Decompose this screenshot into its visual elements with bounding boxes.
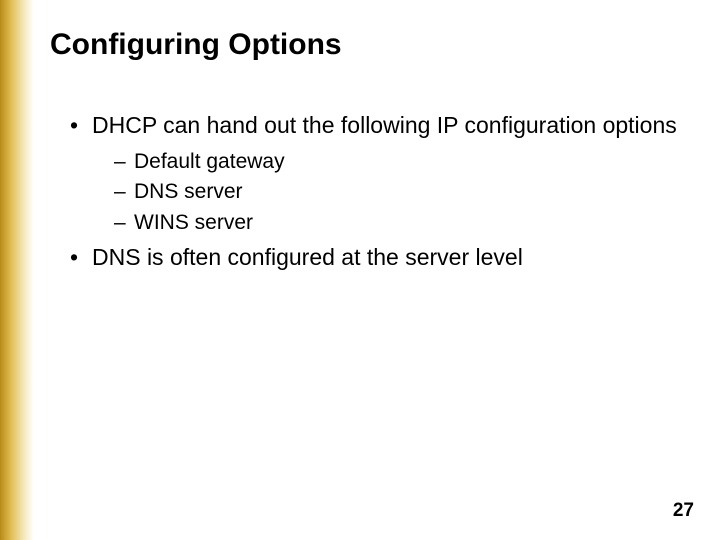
sub-bullet-list: Default gateway DNS server WINS server [92,147,690,238]
sub-bullet-item: WINS server [114,208,690,238]
side-accent-bar [0,0,34,540]
bullet-list: DHCP can hand out the following IP confi… [50,110,690,273]
bullet-item: DHCP can hand out the following IP confi… [70,110,690,238]
slide-title: Configuring Options [50,28,690,62]
bullet-text: DNS is often configured at the server le… [92,244,523,270]
bullet-item: DNS is often configured at the server le… [70,242,690,273]
page-number: 27 [673,500,694,522]
sub-bullet-text: Default gateway [134,150,285,173]
sub-bullet-text: DNS server [134,180,243,203]
slide-content: Configuring Options DHCP can hand out th… [50,28,690,520]
sub-bullet-item: Default gateway [114,147,690,177]
bullet-text: DHCP can hand out the following IP confi… [92,112,677,138]
sub-bullet-text: WINS server [134,211,253,234]
sub-bullet-item: DNS server [114,177,690,207]
